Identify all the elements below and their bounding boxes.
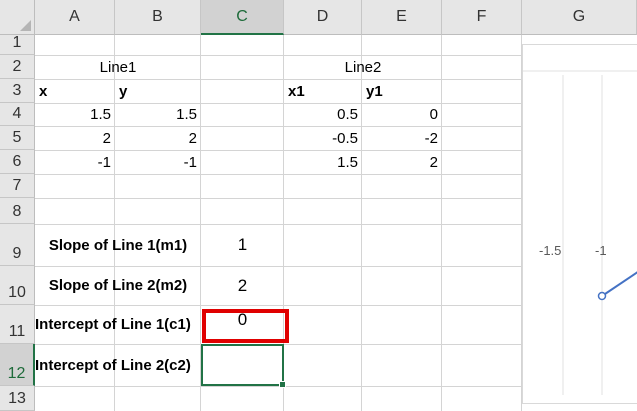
cell-d4[interactable]: 0.5: [284, 103, 362, 126]
cell-a6[interactable]: -1: [35, 150, 115, 174]
chart-x-tick-label: -1: [595, 243, 607, 258]
x1-header-cell[interactable]: x1: [284, 79, 362, 103]
cell-b4[interactable]: 1.5: [115, 103, 201, 126]
cell-e4[interactable]: 0: [362, 103, 442, 126]
fill-handle[interactable]: [279, 381, 286, 388]
spreadsheet-grid[interactable]: A B C D E F G 1 2 3 4 5 6 7 8 9 10 11 12…: [0, 0, 637, 411]
row-header-5[interactable]: 5: [0, 126, 35, 150]
column-header-b[interactable]: B: [115, 0, 201, 35]
chart-x-tick-label: -1.5: [539, 243, 562, 258]
chart-area[interactable]: -1.5 -1: [522, 44, 637, 404]
row-header-2[interactable]: 2: [0, 55, 35, 79]
chart-data-point: [597, 291, 607, 301]
cell-d5[interactable]: -0.5: [284, 126, 362, 150]
row-header-8[interactable]: 8: [0, 198, 35, 224]
chart-plot: [523, 70, 637, 395]
row-header-11[interactable]: 11: [0, 305, 35, 344]
column-header-d[interactable]: D: [284, 0, 362, 35]
slope-line1-label[interactable]: Slope of Line 1(m1): [35, 224, 201, 266]
line1-header-cell[interactable]: Line1: [35, 55, 201, 79]
row-header-7[interactable]: 7: [0, 174, 35, 198]
y-header-cell[interactable]: y: [115, 79, 201, 103]
row-header-4[interactable]: 4: [0, 103, 35, 126]
row-header-10[interactable]: 10: [0, 266, 35, 305]
select-all-triangle-icon: [20, 20, 31, 31]
column-header-f[interactable]: F: [442, 0, 522, 35]
column-header-g[interactable]: G: [522, 0, 637, 35]
column-header-c[interactable]: C: [201, 0, 284, 35]
highlight-box: [202, 309, 289, 343]
cell-b5[interactable]: 2: [115, 126, 201, 150]
select-all-corner[interactable]: [0, 0, 35, 35]
slope-line2-value[interactable]: 2: [201, 266, 284, 305]
x-header-cell[interactable]: x: [35, 79, 115, 103]
cell-b6[interactable]: -1: [115, 150, 201, 174]
cell-a5[interactable]: 2: [35, 126, 115, 150]
line2-header-cell[interactable]: Line2: [284, 55, 442, 79]
row-header-3[interactable]: 3: [0, 79, 35, 103]
slope-line2-label[interactable]: Slope of Line 2(m2): [35, 266, 201, 305]
row-header-9[interactable]: 9: [0, 224, 35, 266]
cell-a4[interactable]: 1.5: [35, 103, 115, 126]
row-header-13[interactable]: 13: [0, 386, 35, 411]
row-header-1[interactable]: 1: [0, 34, 35, 55]
column-header-a[interactable]: A: [35, 0, 115, 35]
intercept-line2-label[interactable]: Intercept of Line 2(c2): [31, 344, 201, 386]
intercept-line1-label[interactable]: Intercept of Line 1(c1): [31, 305, 201, 344]
cell-e5[interactable]: -2: [362, 126, 442, 150]
chart-series-line: [601, 271, 637, 297]
cell-d6[interactable]: 1.5: [284, 150, 362, 174]
active-cell-border: [201, 344, 284, 386]
column-header-e[interactable]: E: [362, 0, 442, 35]
cell-e6[interactable]: 2: [362, 150, 442, 174]
row-header-12[interactable]: 12: [0, 344, 35, 386]
row-header-6[interactable]: 6: [0, 150, 35, 174]
slope-line1-value[interactable]: 1: [201, 224, 284, 266]
y1-header-cell[interactable]: y1: [362, 79, 442, 103]
